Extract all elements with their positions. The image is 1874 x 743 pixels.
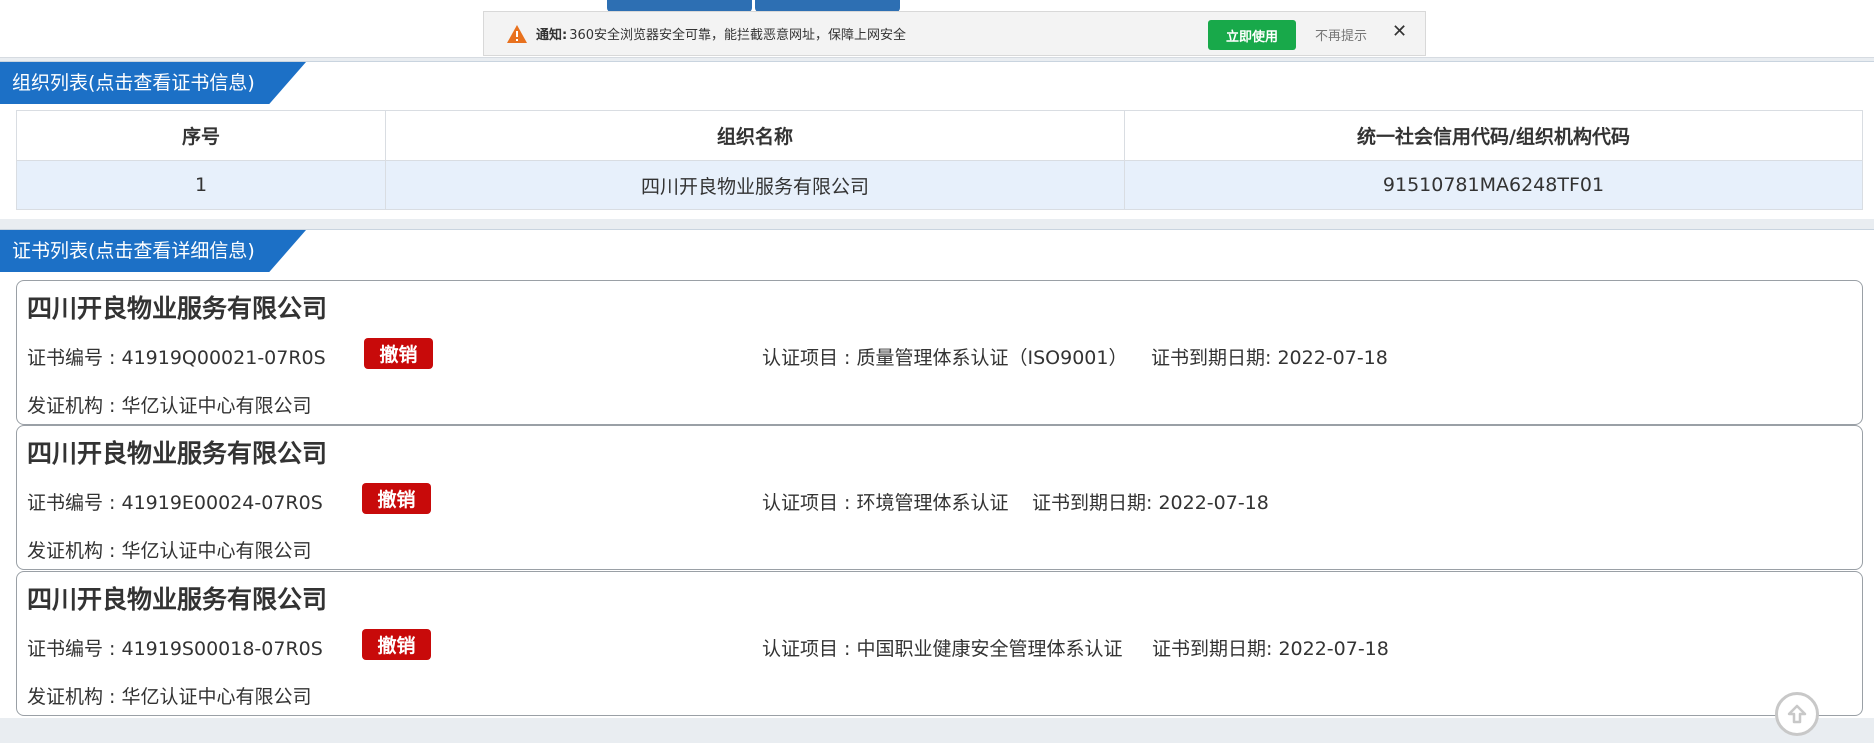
cert-issuer: 发证机构 : 华亿认证中心有限公司 — [27, 540, 312, 562]
cert-card[interactable]: 四川开良物业服务有限公司 证书编号 : 41919E00024-07R0S 撤销… — [16, 425, 1863, 570]
cell-credit-code: 91510781MA6248TF01 — [1124, 160, 1863, 210]
table-row[interactable]: 1 四川开良物业服务有限公司 91510781MA6248TF01 — [16, 160, 1863, 210]
col-header-index: 序号 — [16, 110, 386, 161]
org-panel-title: 组织列表(点击查看证书信息) — [0, 62, 306, 104]
cert-expiry: 证书到期日期: 2022-07-18 — [1152, 638, 1389, 660]
org-table: 序号 组织名称 统一社会信用代码/组织机构代码 1 四川开良物业服务有限公司 9… — [16, 110, 1863, 210]
warning-icon — [507, 24, 527, 43]
cert-card[interactable]: 四川开良物业服务有限公司 证书编号 : 41919S00018-07R0S 撤销… — [16, 571, 1863, 716]
cert-number: 证书编号 : 41919E00024-07R0S — [27, 492, 323, 514]
cert-issuer: 发证机构 : 华亿认证中心有限公司 — [27, 395, 312, 417]
col-header-org-name: 组织名称 — [385, 110, 1125, 161]
close-icon[interactable]: ✕ — [1392, 21, 1407, 42]
arrow-up-circle-icon — [1787, 704, 1807, 724]
notice-label: 通知: — [536, 28, 568, 43]
cert-project: 认证项目 : 质量管理体系认证（ISO9001） — [762, 347, 1128, 369]
status-badge: 撤销 — [362, 483, 431, 514]
use-now-button[interactable]: 立即使用 — [1208, 20, 1296, 50]
status-badge: 撤销 — [362, 629, 431, 660]
notice-message: 360安全浏览器安全可靠，能拦截恶意网址，保障上网安全 — [569, 28, 907, 43]
cert-project: 认证项目 : 环境管理体系认证 — [762, 492, 1009, 514]
col-header-credit-code: 统一社会信用代码/组织机构代码 — [1124, 110, 1863, 161]
cert-company-name: 四川开良物业服务有限公司 — [27, 294, 328, 323]
cert-number: 证书编号 : 41919S00018-07R0S — [27, 638, 323, 660]
org-panel-header: 组织列表(点击查看证书信息) — [0, 61, 1874, 104]
cert-panel-header: 证书列表(点击查看详细信息) — [0, 229, 1874, 272]
scroll-to-top-button[interactable] — [1775, 692, 1819, 736]
cert-number: 证书编号 : 41919Q00021-07R0S — [27, 347, 326, 369]
cert-card[interactable]: 四川开良物业服务有限公司 证书编号 : 41919Q00021-07R0S 撤销… — [16, 280, 1863, 425]
cert-expiry: 证书到期日期: 2022-07-18 — [1032, 492, 1269, 514]
browser-notice-bar: 通知: 360安全浏览器安全可靠，能拦截恶意网址，保障上网安全 立即使用 不再提… — [483, 11, 1426, 56]
cert-company-name: 四川开良物业服务有限公司 — [27, 585, 328, 614]
cert-project: 认证项目 : 中国职业健康安全管理体系认证 — [762, 638, 1123, 660]
status-badge: 撤销 — [364, 338, 433, 369]
cell-index: 1 — [16, 160, 386, 210]
dont-show-again-link[interactable]: 不再提示 — [1315, 25, 1367, 44]
cert-expiry: 证书到期日期: 2022-07-18 — [1151, 347, 1388, 369]
cert-issuer: 发证机构 : 华亿认证中心有限公司 — [27, 686, 312, 708]
cert-panel-title: 证书列表(点击查看详细信息) — [0, 230, 306, 272]
cert-company-name: 四川开良物业服务有限公司 — [27, 439, 328, 468]
cell-org-name: 四川开良物业服务有限公司 — [385, 160, 1125, 210]
